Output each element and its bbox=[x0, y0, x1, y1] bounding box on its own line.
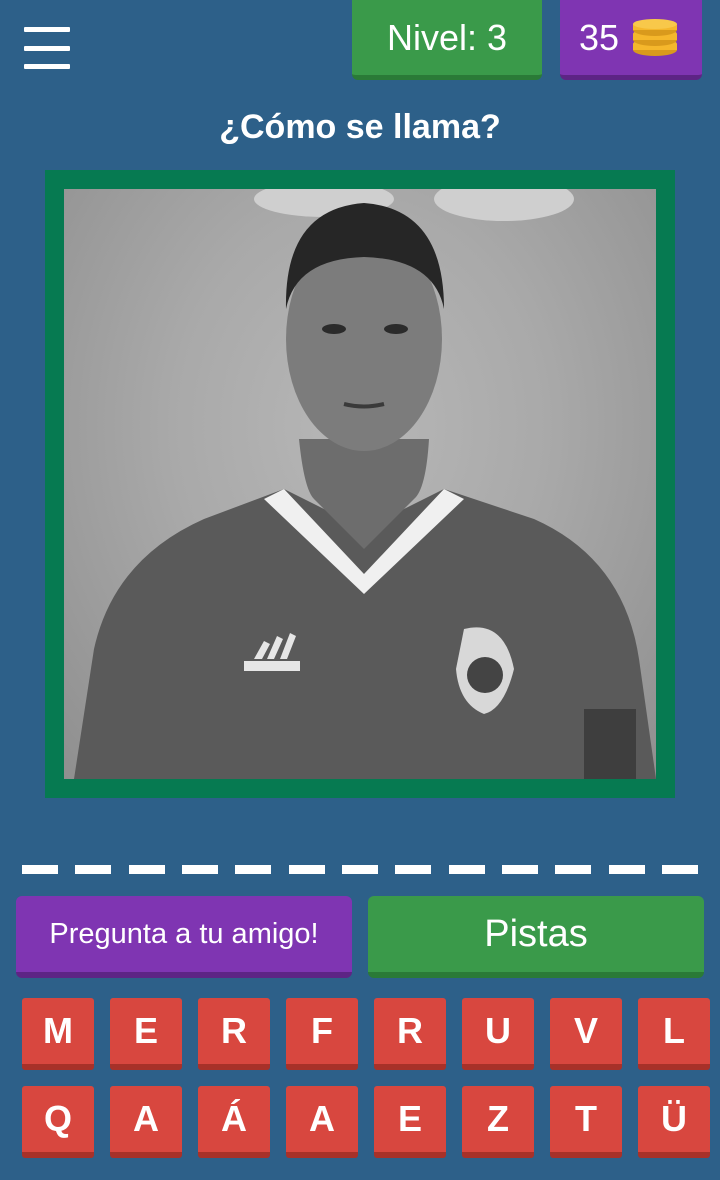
letter-key[interactable]: A bbox=[110, 1086, 182, 1158]
answer-slot[interactable] bbox=[661, 865, 698, 874]
answer-slot[interactable] bbox=[235, 865, 272, 874]
letter-key[interactable]: E bbox=[374, 1086, 446, 1158]
answer-slot[interactable] bbox=[341, 865, 378, 874]
coins-count: 35 bbox=[578, 16, 620, 58]
coin-stack-icon bbox=[633, 18, 678, 56]
answer-slot[interactable] bbox=[75, 865, 112, 874]
coins-badge[interactable]: 35 bbox=[560, 0, 702, 80]
level-badge: Nivel: 3 bbox=[352, 0, 542, 80]
menu-icon[interactable] bbox=[24, 27, 70, 69]
answer-slot[interactable] bbox=[128, 865, 165, 874]
player-photo bbox=[64, 189, 656, 779]
hints-label: Pistas bbox=[484, 912, 588, 955]
letter-key[interactable]: E bbox=[110, 998, 182, 1070]
letter-key[interactable]: R bbox=[374, 998, 446, 1070]
answer-slot[interactable] bbox=[448, 865, 485, 874]
letter-key[interactable]: V bbox=[550, 998, 622, 1070]
answer-slots bbox=[22, 865, 698, 875]
answer-slot[interactable] bbox=[555, 865, 592, 874]
ask-friend-button[interactable]: Pregunta a tu amigo! bbox=[16, 896, 352, 978]
letter-key[interactable]: M bbox=[22, 998, 94, 1070]
letter-key[interactable]: U bbox=[462, 998, 534, 1070]
menu-icon-bar bbox=[24, 45, 70, 51]
letter-key[interactable]: R bbox=[198, 998, 270, 1070]
letter-key[interactable]: A bbox=[286, 1086, 358, 1158]
letter-key[interactable]: Ü bbox=[638, 1086, 710, 1158]
answer-slot[interactable] bbox=[288, 865, 325, 874]
question-title: ¿Cómo se llama? bbox=[219, 108, 501, 146]
ask-friend-label: Pregunta a tu amigo! bbox=[49, 917, 319, 950]
answer-slot[interactable] bbox=[501, 865, 538, 874]
answer-slot[interactable] bbox=[181, 865, 218, 874]
letter-key[interactable]: F bbox=[286, 998, 358, 1070]
menu-icon-bar bbox=[24, 64, 70, 69]
answer-slot[interactable] bbox=[395, 865, 432, 874]
letter-keyboard: M E R F R U V L Q A Á A E Z T Ü bbox=[22, 998, 710, 1158]
player-silhouette bbox=[74, 189, 656, 779]
letter-key[interactable]: Á bbox=[198, 1086, 270, 1158]
hints-button[interactable]: Pistas bbox=[368, 896, 704, 978]
photo-frame bbox=[45, 170, 675, 798]
letter-key[interactable]: Z bbox=[462, 1086, 534, 1158]
letter-key[interactable]: T bbox=[550, 1086, 622, 1158]
answer-slot[interactable] bbox=[22, 865, 58, 874]
answer-slot[interactable] bbox=[608, 865, 645, 874]
letter-key[interactable]: L bbox=[638, 998, 710, 1070]
letter-key[interactable]: Q bbox=[22, 1086, 94, 1158]
menu-icon-bar bbox=[24, 27, 70, 32]
level-label: Nivel: 3 bbox=[386, 16, 508, 58]
